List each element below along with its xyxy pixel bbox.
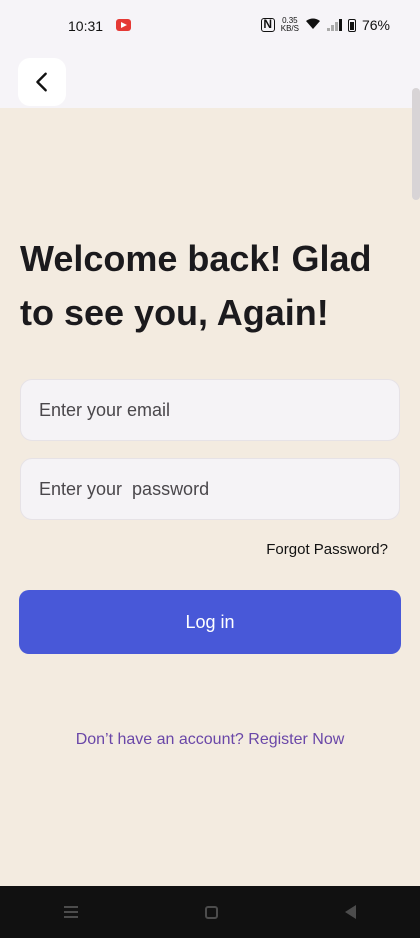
status-bar: 10:31 N 0.35 KB/S 76% xyxy=(0,0,420,54)
battery-percentage: 76% xyxy=(361,17,390,33)
net-speed-unit: KB/S xyxy=(280,24,299,33)
password-field[interactable] xyxy=(20,458,400,520)
battery-icon xyxy=(347,18,356,32)
home-icon[interactable] xyxy=(204,905,218,919)
login-button[interactable]: Log in xyxy=(19,590,401,654)
system-navigation-bar xyxy=(0,886,420,938)
chevron-left-icon xyxy=(36,72,47,92)
recent-apps-icon[interactable] xyxy=(63,906,78,918)
scrollbar[interactable] xyxy=(412,88,420,200)
nfc-icon: N xyxy=(260,18,275,32)
email-field[interactable] xyxy=(20,379,400,441)
signal-icon xyxy=(326,19,342,31)
forgot-password-link[interactable]: Forgot Password? xyxy=(266,541,388,558)
email-input[interactable] xyxy=(39,399,381,421)
back-nav-icon[interactable] xyxy=(345,905,357,919)
status-icons: N 0.35 KB/S 76% xyxy=(260,17,390,33)
youtube-notification-icon xyxy=(116,19,131,31)
back-button[interactable] xyxy=(18,58,66,106)
wifi-icon xyxy=(305,17,321,33)
password-input[interactable] xyxy=(39,478,381,500)
page-title: Welcome back! Glad to see you, Again! xyxy=(20,238,372,333)
register-link[interactable]: Don’t have an account? Register Now xyxy=(0,731,420,749)
status-time: 10:31 xyxy=(68,18,104,34)
app-bar xyxy=(0,54,420,108)
net-speed: 0.35 KB/S xyxy=(281,17,299,33)
